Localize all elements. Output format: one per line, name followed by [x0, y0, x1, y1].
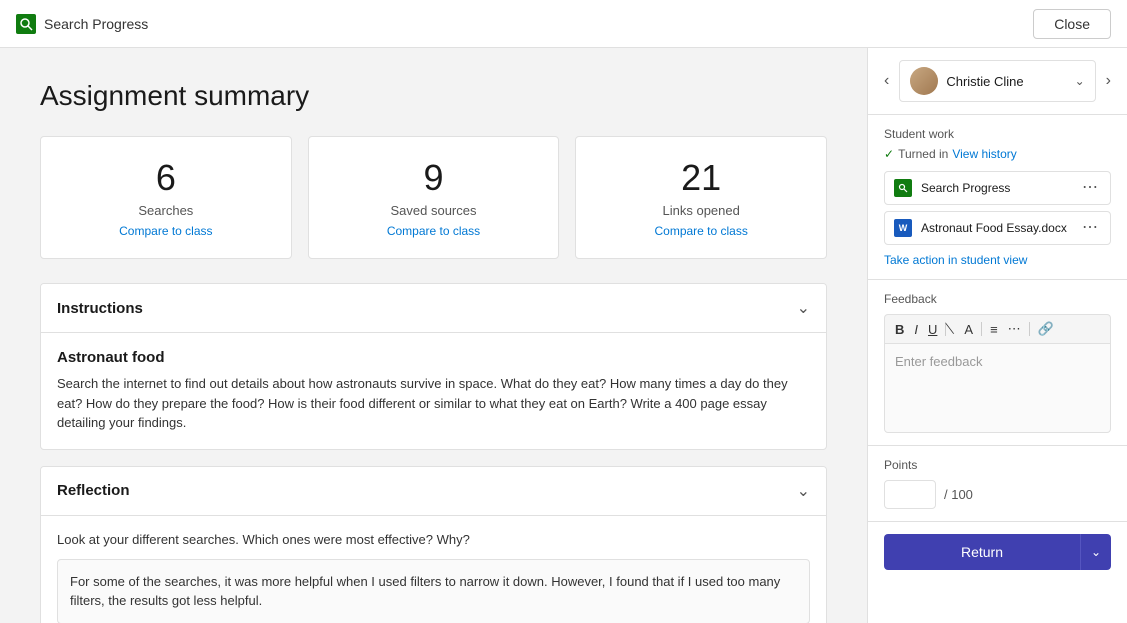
student-work-label: Student work	[884, 127, 1111, 141]
feedback-input[interactable]: Enter feedback	[884, 343, 1111, 433]
topbar-left: Search Progress	[16, 14, 148, 34]
instructions-subsection-title: Astronaut food	[57, 349, 810, 366]
points-row: / 100	[884, 480, 1111, 509]
stat-card-links: 21 Links opened Compare to class	[575, 136, 827, 259]
compare-searches-link[interactable]: Compare to class	[57, 224, 275, 238]
student-nav: ‹ Christie Cline ⌄ ›	[868, 48, 1127, 115]
feedback-toolbar: B I U ⃥ A ≡ ⋯ 🔗	[884, 314, 1111, 343]
stat-card-searches: 6 Searches Compare to class	[40, 136, 292, 259]
toolbar-separator-3	[1029, 322, 1030, 336]
avatar	[910, 67, 938, 95]
turned-in-text: Turned in	[898, 147, 948, 161]
student-dropdown-icon: ⌄	[1075, 74, 1085, 88]
reflection-header[interactable]: Reflection ⌄	[41, 467, 826, 515]
feedback-label: Feedback	[884, 292, 1111, 306]
left-panel: Assignment summary 6 Searches Compare to…	[0, 48, 867, 623]
student-work-section: Student work ✓ Turned in View history Se…	[868, 115, 1127, 279]
instructions-title: Instructions	[57, 300, 143, 317]
return-dropdown-button[interactable]: ⌄	[1080, 534, 1111, 570]
instructions-chevron-icon: ⌄	[797, 298, 810, 318]
italic-button[interactable]: I	[910, 320, 922, 339]
points-section: Points / 100	[868, 445, 1127, 521]
stat-number-links: 21	[592, 157, 810, 199]
work-item-essay[interactable]: W Astronaut Food Essay.docx ⋯	[884, 211, 1111, 245]
take-action-link[interactable]: Take action in student view	[884, 249, 1027, 271]
reflection-body: Look at your different searches. Which o…	[41, 515, 826, 623]
stat-card-saved: 9 Saved sources Compare to class	[308, 136, 560, 259]
toolbar-separator-2	[981, 322, 982, 336]
right-panel: ‹ Christie Cline ⌄ › Student work ✓ Turn…	[867, 48, 1127, 623]
page-title: Assignment summary	[40, 80, 827, 112]
reflection-chevron-icon: ⌄	[797, 481, 810, 501]
stat-label-searches: Searches	[57, 203, 275, 218]
return-button-group: Return ⌄	[884, 534, 1111, 570]
stat-number-saved: 9	[325, 157, 543, 199]
instructions-text: Search the internet to find out details …	[57, 374, 810, 433]
next-student-button[interactable]: ›	[1102, 68, 1115, 94]
points-label: Points	[884, 458, 1111, 472]
topbar-title: Search Progress	[44, 16, 148, 32]
avatar-image	[910, 67, 938, 95]
prev-student-button[interactable]: ‹	[880, 68, 893, 94]
check-icon: ✓	[884, 147, 894, 161]
bullet-list-button[interactable]: ≡	[986, 320, 1002, 339]
search-progress-more-button[interactable]: ⋯	[1078, 180, 1102, 196]
essay-more-button[interactable]: ⋯	[1078, 220, 1102, 236]
search-progress-name: Search Progress	[921, 181, 1070, 195]
main-layout: Assignment summary 6 Searches Compare to…	[0, 48, 1127, 623]
return-section: Return ⌄	[868, 521, 1127, 582]
student-selector[interactable]: Christie Cline ⌄	[899, 60, 1095, 102]
numbered-list-button[interactable]: ⋯	[1004, 319, 1025, 339]
essay-name: Astronaut Food Essay.docx	[921, 221, 1070, 235]
points-of: / 100	[944, 487, 973, 502]
reflection-answer: For some of the searches, it was more he…	[57, 559, 810, 623]
search-progress-icon	[893, 178, 913, 198]
stats-row: 6 Searches Compare to class 9 Saved sour…	[40, 136, 827, 259]
student-name: Christie Cline	[946, 74, 1066, 89]
reflection-section: Reflection ⌄ Look at your different sear…	[40, 466, 827, 623]
stat-label-links: Links opened	[592, 203, 810, 218]
app-logo	[16, 14, 36, 34]
turned-in-status: ✓ Turned in View history	[884, 147, 1111, 161]
highlight-button[interactable]: A	[960, 320, 977, 339]
instructions-body: Astronaut food Search the internet to fi…	[41, 332, 826, 449]
underline-button[interactable]: U	[924, 320, 941, 339]
strikethrough-button[interactable]: ⃥	[950, 319, 958, 339]
close-button[interactable]: Close	[1033, 9, 1111, 39]
word-doc-icon: W	[893, 218, 913, 238]
topbar: Search Progress Close	[0, 0, 1127, 48]
link-button[interactable]: 🔗	[1034, 319, 1058, 339]
instructions-header[interactable]: Instructions ⌄	[41, 284, 826, 332]
instructions-section: Instructions ⌄ Astronaut food Search the…	[40, 283, 827, 450]
points-input[interactable]	[884, 480, 936, 509]
view-history-link[interactable]: View history	[952, 147, 1016, 161]
return-button[interactable]: Return	[884, 534, 1080, 570]
compare-links-link[interactable]: Compare to class	[592, 224, 810, 238]
feedback-section: Feedback B I U ⃥ A ≡ ⋯ 🔗 Enter feedback	[868, 279, 1127, 445]
toolbar-separator-1	[945, 322, 946, 336]
reflection-question: Look at your different searches. Which o…	[57, 532, 810, 547]
compare-saved-link[interactable]: Compare to class	[325, 224, 543, 238]
stat-number-searches: 6	[57, 157, 275, 199]
stat-label-saved: Saved sources	[325, 203, 543, 218]
work-item-search[interactable]: Search Progress ⋯	[884, 171, 1111, 205]
bold-button[interactable]: B	[891, 320, 908, 339]
reflection-title: Reflection	[57, 482, 130, 499]
